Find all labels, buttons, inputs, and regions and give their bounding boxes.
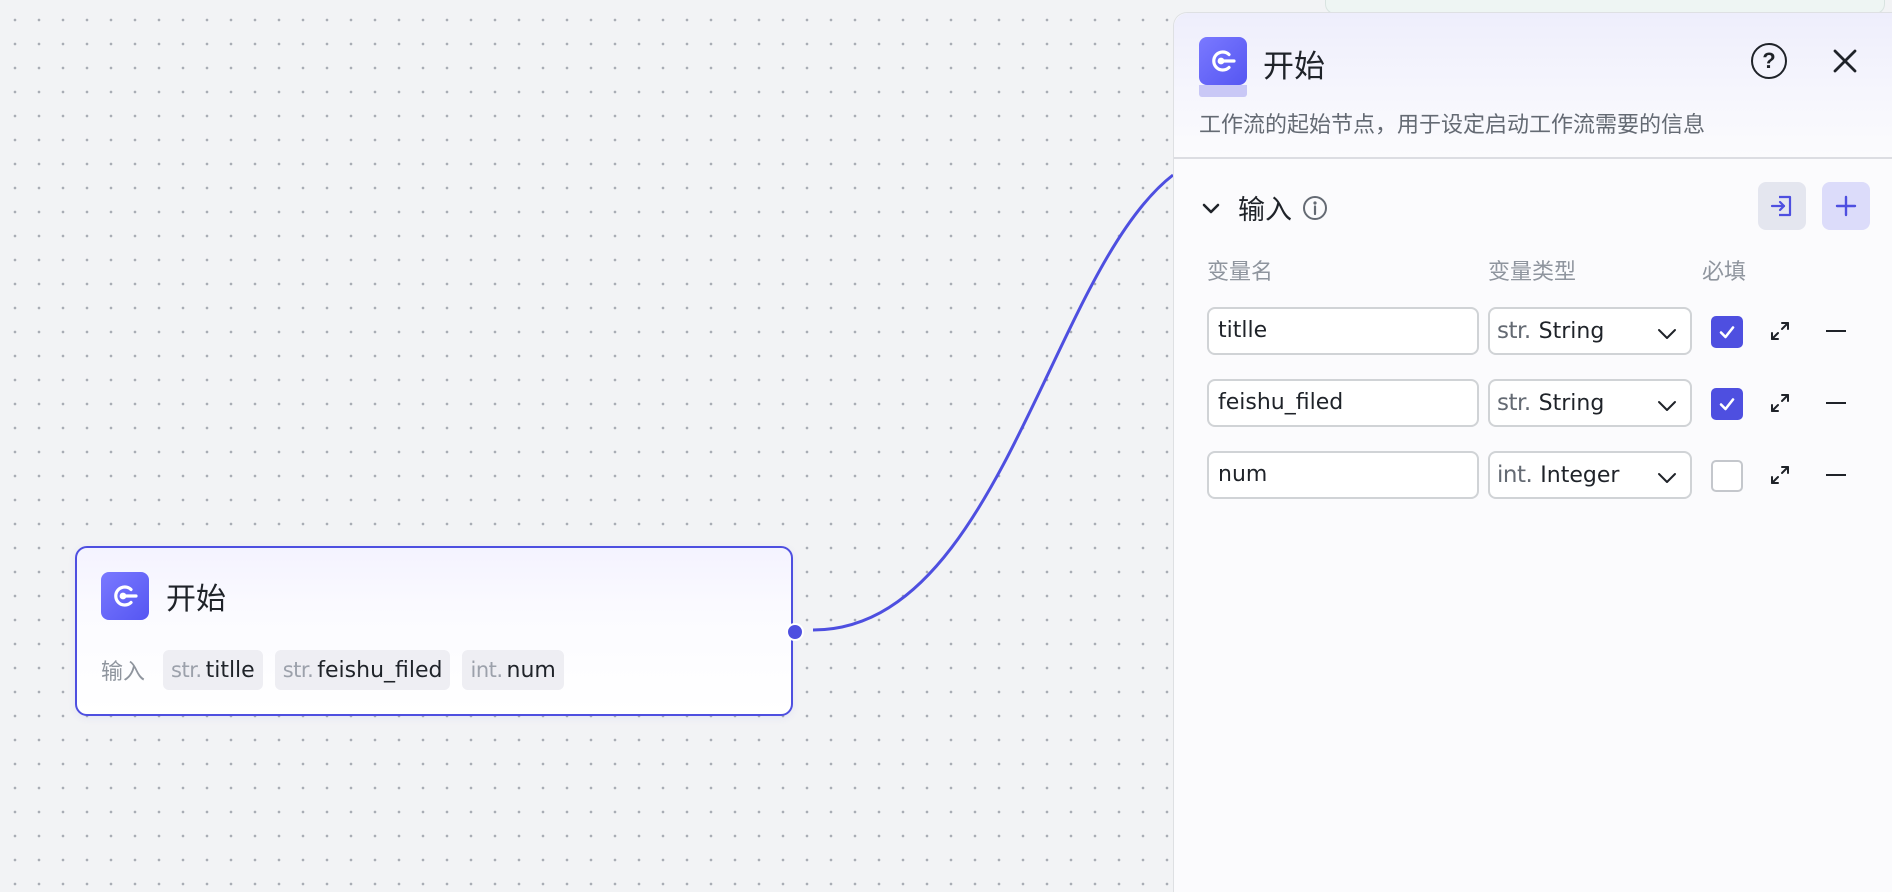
variable-name-input[interactable]: feishu_filed: [1207, 379, 1479, 427]
start-icon: [1199, 37, 1247, 85]
required-checkbox[interactable]: [1711, 316, 1743, 348]
tag-name: titlle: [205, 658, 255, 683]
required-checkbox[interactable]: [1711, 460, 1743, 492]
icon-underline: [1199, 85, 1247, 97]
start-node-inputs: 输入 str. titlle str. feishu_filed int. nu…: [101, 650, 576, 690]
chevron-down-icon[interactable]: [1199, 196, 1223, 220]
panel-title[interactable]: 开始: [1263, 41, 1325, 86]
remove-icon[interactable]: [1826, 330, 1846, 332]
chevron-down-icon: [1658, 329, 1676, 339]
expand-icon[interactable]: [1768, 319, 1792, 343]
import-button[interactable]: [1758, 182, 1806, 230]
column-header-type: 变量类型: [1488, 260, 1577, 285]
expand-icon[interactable]: [1768, 391, 1792, 415]
expand-icon[interactable]: [1768, 463, 1792, 487]
close-icon[interactable]: [1829, 45, 1861, 77]
inputs-label: 输入: [101, 660, 146, 685]
remove-icon[interactable]: [1826, 402, 1846, 404]
add-variable-button[interactable]: [1822, 182, 1870, 230]
type-label: String: [1538, 318, 1605, 344]
start-node-title: 开始: [166, 582, 226, 617]
required-checkbox[interactable]: [1711, 388, 1743, 420]
tag-name: num: [506, 658, 556, 683]
tag-type: str.: [171, 658, 202, 682]
variable-row: feishu_filed str. String: [1174, 379, 1892, 427]
variable-row: num int. Integer: [1174, 451, 1892, 499]
tag-name: feishu_filed: [317, 658, 443, 683]
column-header-name: 变量名: [1207, 260, 1274, 285]
input-tag: str. feishu_filed: [274, 650, 451, 690]
remove-icon[interactable]: [1826, 474, 1846, 476]
variable-type-select[interactable]: str. String: [1488, 379, 1692, 427]
info-icon[interactable]: [1302, 195, 1328, 221]
question-circle-icon[interactable]: ?: [1751, 43, 1787, 79]
input-tag: str. titlle: [163, 650, 263, 690]
variable-name-input[interactable]: num: [1207, 451, 1479, 499]
variable-name-input[interactable]: titlle: [1207, 307, 1479, 355]
input-tag: int. num: [462, 650, 564, 690]
tag-type: int.: [470, 658, 503, 682]
inputs-section-header[interactable]: 输入: [1199, 188, 1328, 227]
chevron-down-icon: [1658, 473, 1676, 483]
output-port[interactable]: [786, 623, 804, 641]
check-icon: [1719, 398, 1735, 411]
type-label: Integer: [1540, 462, 1620, 488]
section-title: 输入: [1238, 195, 1292, 226]
chevron-down-icon: [1658, 401, 1676, 411]
panel-header: 开始 ? 工作流的起始节点，用于设定启动工作流需要的信息: [1174, 13, 1892, 159]
column-header-required: 必填: [1702, 260, 1747, 285]
variable-type-select[interactable]: int. Integer: [1488, 451, 1692, 499]
type-label: String: [1538, 390, 1605, 416]
start-node[interactable]: 开始 输入 str. titlle str. feishu_filed int.…: [75, 546, 793, 716]
node-settings-panel: 开始 ? 工作流的起始节点，用于设定启动工作流需要的信息 输入 变量名 变量类型…: [1173, 12, 1892, 892]
tag-type: str.: [282, 658, 314, 682]
type-prefix: str.: [1497, 390, 1531, 416]
plus-icon: [1835, 195, 1857, 217]
start-node-header: 开始: [101, 572, 226, 620]
variable-row: titlle str. String: [1174, 307, 1892, 355]
panel-description: 工作流的起始节点，用于设定启动工作流需要的信息: [1199, 113, 1706, 138]
import-icon: [1770, 195, 1792, 217]
type-prefix: int.: [1497, 462, 1533, 488]
start-icon: [101, 572, 149, 620]
check-icon: [1719, 326, 1735, 339]
variable-type-select[interactable]: str. String: [1488, 307, 1692, 355]
type-prefix: str.: [1497, 318, 1531, 344]
